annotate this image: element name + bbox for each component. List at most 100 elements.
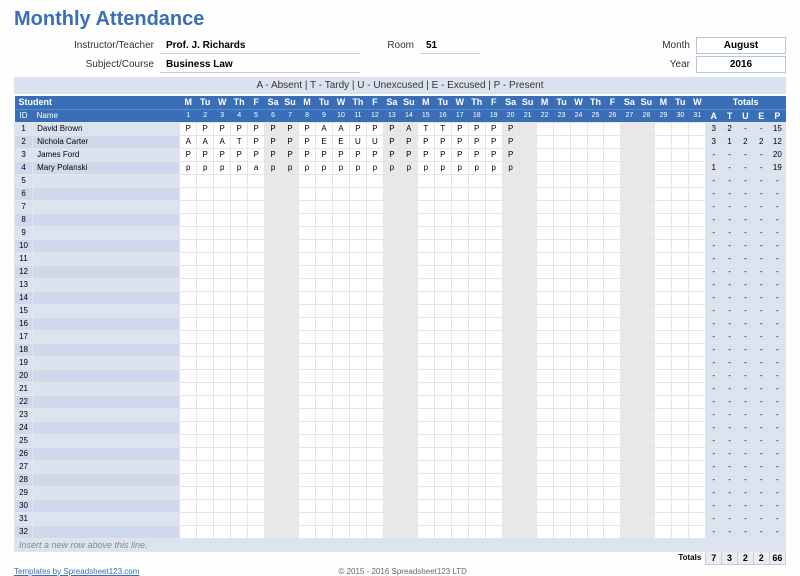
mark-cell[interactable]: P [265, 135, 282, 148]
mark-cell[interactable] [655, 408, 672, 421]
mark-cell[interactable] [316, 382, 333, 395]
mark-cell[interactable] [638, 460, 655, 473]
mark-cell[interactable] [468, 395, 485, 408]
mark-cell[interactable] [468, 421, 485, 434]
mark-cell[interactable] [434, 460, 451, 473]
mark-cell[interactable] [383, 499, 400, 512]
mark-cell[interactable] [400, 291, 417, 304]
mark-cell[interactable] [349, 200, 366, 213]
mark-cell[interactable]: P [349, 122, 366, 135]
mark-cell[interactable] [214, 434, 231, 447]
mark-cell[interactable] [638, 356, 655, 369]
mark-cell[interactable] [519, 369, 536, 382]
mark-cell[interactable] [434, 421, 451, 434]
mark-cell[interactable] [587, 395, 604, 408]
mark-cell[interactable] [332, 343, 349, 356]
mark-cell[interactable] [214, 486, 231, 499]
mark-cell[interactable] [638, 226, 655, 239]
mark-cell[interactable] [180, 395, 197, 408]
mark-cell[interactable] [282, 304, 299, 317]
mark-cell[interactable] [672, 213, 689, 226]
mark-cell[interactable] [553, 226, 570, 239]
mark-cell[interactable]: p [299, 161, 316, 174]
mark-cell[interactable] [299, 486, 316, 499]
mark-cell[interactable] [332, 369, 349, 382]
mark-cell[interactable] [366, 239, 383, 252]
mark-cell[interactable] [383, 408, 400, 421]
mark-cell[interactable] [231, 421, 248, 434]
mark-cell[interactable] [349, 304, 366, 317]
mark-cell[interactable] [231, 200, 248, 213]
mark-cell[interactable] [553, 239, 570, 252]
mark-cell[interactable] [265, 356, 282, 369]
mark-cell[interactable] [383, 265, 400, 278]
mark-cell[interactable] [180, 174, 197, 187]
mark-cell[interactable] [332, 395, 349, 408]
mark-cell[interactable] [604, 330, 621, 343]
mark-cell[interactable]: P [468, 122, 485, 135]
mark-cell[interactable] [621, 473, 638, 486]
mark-cell[interactable] [604, 304, 621, 317]
mark-cell[interactable] [349, 317, 366, 330]
mark-cell[interactable] [672, 161, 689, 174]
name-cell[interactable]: James Ford [33, 148, 180, 161]
mark-cell[interactable] [316, 356, 333, 369]
mark-cell[interactable] [451, 525, 468, 538]
mark-cell[interactable] [434, 525, 451, 538]
mark-cell[interactable] [231, 343, 248, 356]
mark-cell[interactable] [299, 356, 316, 369]
mark-cell[interactable] [366, 512, 383, 525]
mark-cell[interactable] [689, 148, 706, 161]
mark-cell[interactable] [672, 356, 689, 369]
mark-cell[interactable] [570, 239, 587, 252]
mark-cell[interactable] [502, 317, 519, 330]
mark-cell[interactable] [570, 304, 587, 317]
mark-cell[interactable] [299, 317, 316, 330]
mark-cell[interactable] [655, 265, 672, 278]
mark-cell[interactable] [672, 499, 689, 512]
mark-cell[interactable] [672, 200, 689, 213]
mark-cell[interactable] [197, 356, 214, 369]
mark-cell[interactable]: P [299, 135, 316, 148]
mark-cell[interactable] [383, 434, 400, 447]
year-value[interactable]: 2016 [696, 56, 786, 73]
mark-cell[interactable] [434, 213, 451, 226]
mark-cell[interactable] [316, 265, 333, 278]
mark-cell[interactable] [366, 382, 383, 395]
mark-cell[interactable] [231, 291, 248, 304]
mark-cell[interactable] [248, 460, 265, 473]
mark-cell[interactable] [689, 265, 706, 278]
mark-cell[interactable] [451, 395, 468, 408]
mark-cell[interactable] [197, 291, 214, 304]
mark-cell[interactable] [451, 512, 468, 525]
mark-cell[interactable] [621, 356, 638, 369]
mark-cell[interactable] [621, 330, 638, 343]
mark-cell[interactable] [316, 434, 333, 447]
mark-cell[interactable] [400, 252, 417, 265]
mark-cell[interactable] [672, 317, 689, 330]
mark-cell[interactable] [383, 174, 400, 187]
mark-cell[interactable] [248, 265, 265, 278]
mark-cell[interactable] [265, 200, 282, 213]
mark-cell[interactable] [417, 473, 434, 486]
mark-cell[interactable]: p [316, 161, 333, 174]
mark-cell[interactable] [672, 369, 689, 382]
mark-cell[interactable] [383, 460, 400, 473]
mark-cell[interactable] [180, 213, 197, 226]
mark-cell[interactable] [502, 369, 519, 382]
mark-cell[interactable] [400, 278, 417, 291]
mark-cell[interactable] [214, 473, 231, 486]
mark-cell[interactable] [672, 304, 689, 317]
mark-cell[interactable] [299, 408, 316, 421]
mark-cell[interactable] [265, 434, 282, 447]
mark-cell[interactable] [570, 187, 587, 200]
mark-cell[interactable] [299, 304, 316, 317]
mark-cell[interactable] [621, 304, 638, 317]
mark-cell[interactable] [400, 304, 417, 317]
mark-cell[interactable]: P [451, 135, 468, 148]
mark-cell[interactable] [468, 330, 485, 343]
mark-cell[interactable] [197, 330, 214, 343]
mark-cell[interactable] [316, 525, 333, 538]
mark-cell[interactable] [672, 187, 689, 200]
mark-cell[interactable] [553, 343, 570, 356]
